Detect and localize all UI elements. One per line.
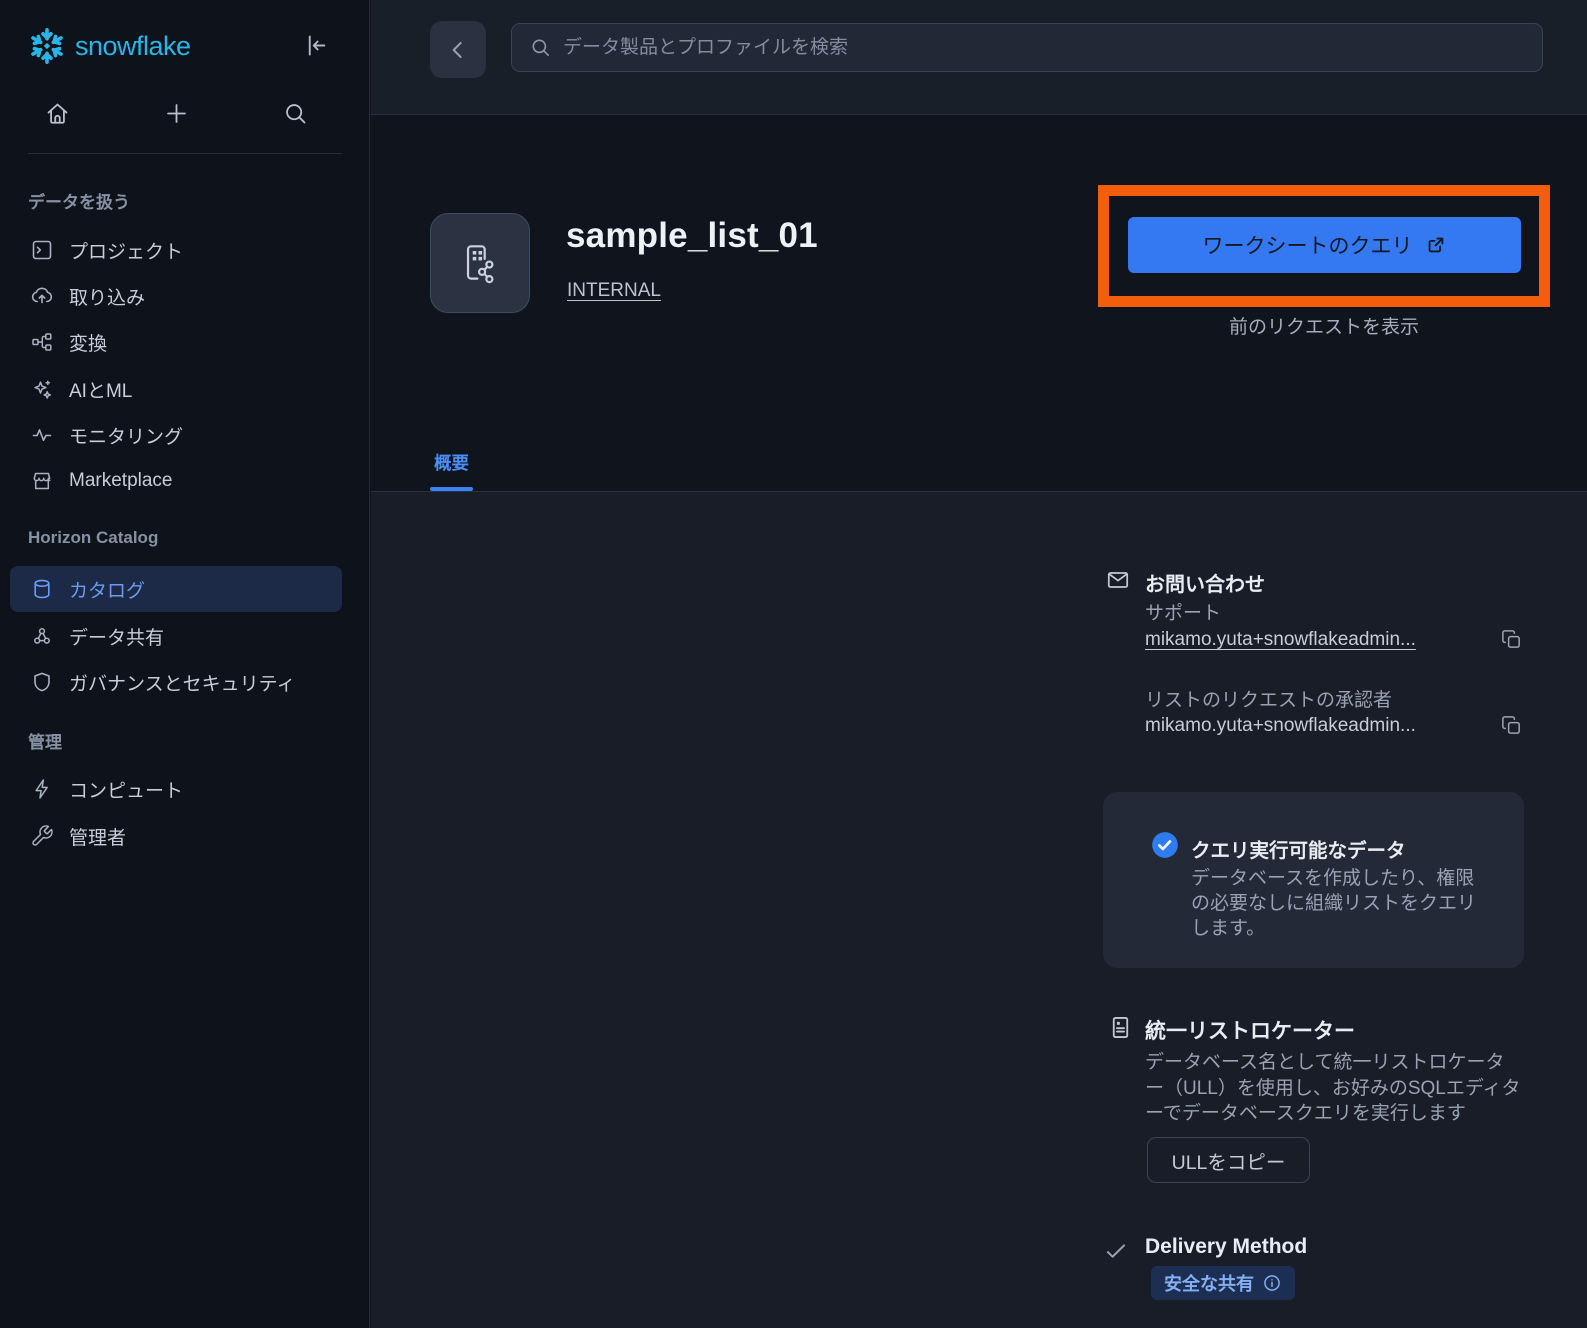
sidebar-quick-actions <box>0 100 370 132</box>
sidebar-item-marketplace[interactable]: Marketplace <box>10 458 342 504</box>
query-in-worksheet-button[interactable]: ワークシートのクエリ <box>1128 217 1521 273</box>
sidebar-item-label: データ共有 <box>69 627 165 649</box>
cloud-upload-icon <box>30 284 54 308</box>
sidebar-item-label: 変換 <box>69 333 108 355</box>
tab-overview[interactable]: 概要 <box>430 450 473 491</box>
listing-locator-icon <box>1107 1014 1134 1041</box>
copy-ull-button[interactable]: ULLをコピー <box>1147 1137 1310 1183</box>
sidebar-section-horizon-catalog: Horizon Catalog <box>28 528 159 547</box>
check-icon <box>1103 1238 1129 1264</box>
projects-icon <box>30 238 54 262</box>
sidebar-search-icon[interactable] <box>282 100 309 127</box>
ull-title: 統一リストロケーター <box>1145 1020 1355 1043</box>
sidebar-item-label: モニタリング <box>69 426 184 448</box>
tab-bar: 概要 <box>430 450 473 491</box>
sidebar-item-transform[interactable]: 変換 <box>10 319 342 365</box>
shield-icon <box>30 670 54 694</box>
topbar <box>371 0 1587 115</box>
search-icon <box>529 36 552 59</box>
secure-share-badge[interactable]: 安全な共有 <box>1151 1266 1295 1300</box>
support-label: サポート <box>1145 603 1222 624</box>
back-button[interactable] <box>430 21 486 78</box>
sidebar-divider <box>28 153 342 154</box>
data-sharing-icon <box>30 624 54 648</box>
sidebar-section-work-with-data: データを扱う <box>28 193 130 212</box>
sidebar-item-compute[interactable]: コンピュート <box>10 766 342 812</box>
check-circle-icon <box>1151 831 1179 859</box>
approver-label: リストのリクエストの承認者 <box>1145 690 1393 711</box>
external-link-icon <box>1428 237 1443 253</box>
sidebar-item-label: AIとML <box>69 380 133 402</box>
delivery-method-title: Delivery Method <box>1145 1235 1308 1258</box>
previous-requests-link[interactable]: 前のリクエストを表示 <box>1098 312 1550 339</box>
ull-description: データベース名として統一リストロケーター（ULL）を使用し、お好みのSQLエディ… <box>1145 1052 1521 1124</box>
queryable-data-card: クエリ実行可能なデータ データベースを作成したり、権限の必要なしに組織リストをク… <box>1103 792 1524 968</box>
global-search <box>511 23 1543 72</box>
transform-icon <box>30 330 54 354</box>
pulse-icon <box>30 423 54 447</box>
sidebar-item-ingest[interactable]: 取り込み <box>10 273 342 319</box>
sidebar-item-label: プロジェクト <box>69 241 184 263</box>
create-new-icon[interactable] <box>163 100 190 127</box>
home-icon[interactable] <box>44 100 71 127</box>
sidebar: snowflake データを扱う プロジェクト 取り込み 変換 AIとML モニ… <box>0 0 370 1328</box>
queryable-data-description: データベースを作成したり、権限の必要なしに組織リストをクエリします。 <box>1191 868 1477 939</box>
sidebar-item-projects[interactable]: プロジェクト <box>10 227 342 273</box>
organization-listing-icon <box>455 238 505 288</box>
query-in-worksheet-label: ワークシートのクエリ <box>1202 235 1413 258</box>
support-email-row: mikamo.yuta+snowflakeadmin... <box>1145 628 1523 651</box>
database-icon <box>30 577 54 601</box>
sidebar-item-catalog[interactable]: カタログ <box>10 566 342 612</box>
details-column: お問い合わせ サポート mikamo.yuta+snowflakeadmin..… <box>1103 492 1527 1328</box>
overview-content: お問い合わせ サポート mikamo.yuta+snowflakeadmin..… <box>371 491 1587 1328</box>
search-input[interactable] <box>563 36 1542 59</box>
sidebar-item-label: ガバナンスとセキュリティ <box>69 673 296 695</box>
queryable-data-title: クエリ実行可能なデータ <box>1191 840 1406 862</box>
sidebar-item-label: コンピュート <box>69 780 184 802</box>
support-email-link[interactable]: mikamo.yuta+snowflakeadmin... <box>1145 629 1416 651</box>
listing-icon-tile <box>430 213 530 313</box>
logo-wordmark: snowflake <box>75 30 191 61</box>
sidebar-collapse-icon[interactable] <box>303 32 330 59</box>
copy-icon[interactable] <box>1500 714 1523 737</box>
approver-email-row: mikamo.yuta+snowflakeadmin... <box>1145 714 1523 737</box>
sidebar-item-governance-security[interactable]: ガバナンスとセキュリティ <box>10 659 342 705</box>
copy-icon[interactable] <box>1500 628 1523 651</box>
snowflake-catalog-page: snowflake データを扱う プロジェクト 取り込み 変換 AIとML モニ… <box>0 0 1587 1328</box>
info-icon <box>1264 1275 1280 1291</box>
storefront-icon <box>30 469 54 493</box>
envelope-icon <box>1105 567 1131 593</box>
approver-email: mikamo.yuta+snowflakeadmin... <box>1145 714 1416 736</box>
sparkles-icon <box>30 377 54 401</box>
secure-share-label: 安全な共有 <box>1164 1274 1254 1294</box>
chevron-left-icon <box>452 41 462 58</box>
sidebar-item-data-sharing[interactable]: データ共有 <box>10 613 342 659</box>
sidebar-item-label: カタログ <box>69 580 146 602</box>
sidebar-item-admin[interactable]: 管理者 <box>10 813 342 859</box>
wrench-icon <box>30 824 54 848</box>
sidebar-item-label: 管理者 <box>69 827 127 849</box>
logo[interactable]: snowflake <box>28 26 342 66</box>
page-header: sample_list_01 INTERNAL ワークシートのクエリ 前のリクエ… <box>371 116 1587 491</box>
sidebar-item-label: 取り込み <box>69 287 146 309</box>
sidebar-item-label: Marketplace <box>69 470 173 491</box>
sidebar-item-ai-ml[interactable]: AIとML <box>10 366 342 412</box>
sidebar-item-monitoring[interactable]: モニタリング <box>10 412 342 458</box>
contact-title: お問い合わせ <box>1145 574 1265 596</box>
page-title: sample_list_01 <box>566 216 818 255</box>
lightning-icon <box>30 777 54 801</box>
provider-link[interactable]: INTERNAL <box>567 280 661 302</box>
sidebar-section-admin: 管理 <box>28 733 62 752</box>
annotation-highlight-box: ワークシートのクエリ <box>1098 185 1550 307</box>
snowflake-logo-icon <box>28 27 66 65</box>
